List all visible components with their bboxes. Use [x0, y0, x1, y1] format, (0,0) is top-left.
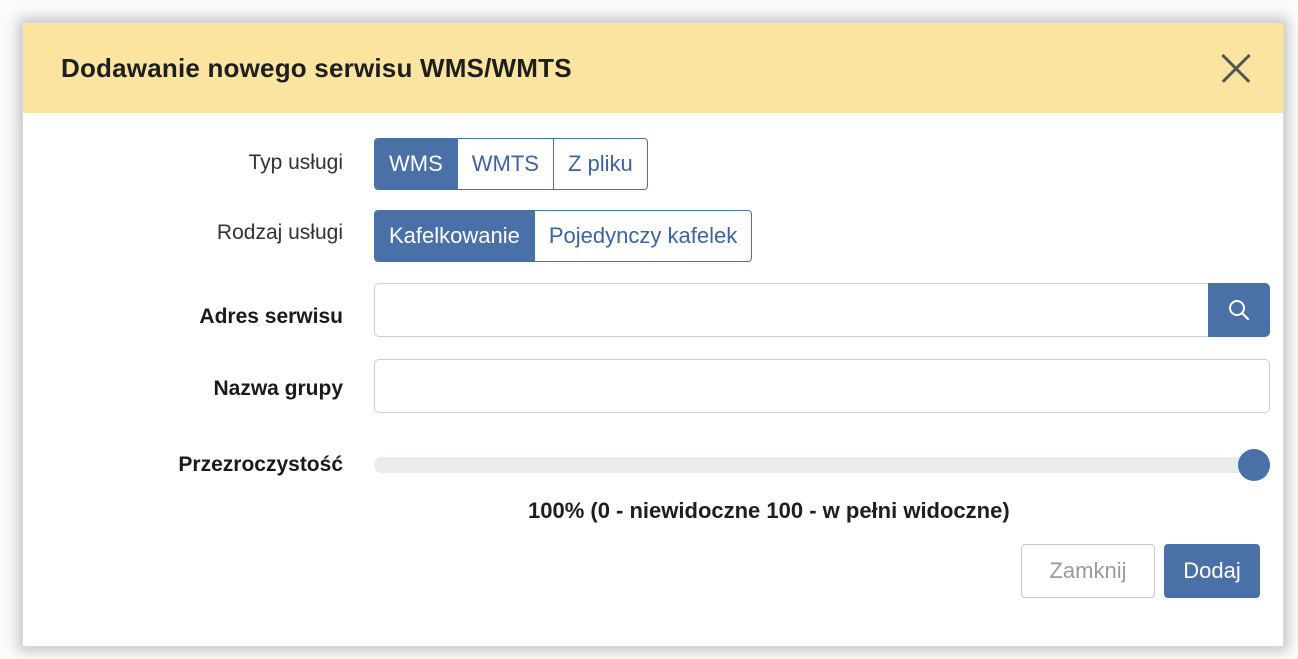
service-kind-single-tile[interactable]: Pojedynczy kafelek — [534, 211, 752, 261]
service-kind-tiled[interactable]: Kafelkowanie — [375, 211, 535, 261]
add-button[interactable]: Dodaj — [1164, 544, 1260, 598]
add-wms-dialog: Dodawanie nowego serwisu WMS/WMTS Typ us… — [22, 22, 1284, 647]
search-button[interactable] — [1208, 283, 1270, 337]
opacity-slider-thumb[interactable] — [1238, 449, 1270, 481]
dialog-header: Dodawanie nowego serwisu WMS/WMTS — [23, 23, 1283, 113]
address-input[interactable] — [374, 283, 1208, 337]
address-label: Adres serwisu — [199, 305, 343, 328]
search-icon — [1229, 300, 1250, 321]
opacity-slider[interactable] — [374, 449, 1270, 481]
group-name-label: Nazwa grupy — [213, 377, 343, 400]
service-type-group: WMS WMTS Z pliku — [374, 138, 648, 190]
group-name-input[interactable] — [374, 359, 1270, 413]
service-kind-label: Rodzaj usługi — [216, 221, 343, 244]
close-icon[interactable] — [1213, 46, 1257, 90]
close-button[interactable]: Zamknij — [1021, 544, 1155, 598]
opacity-label: Przezroczystość — [178, 453, 343, 476]
service-type-label: Typ usługi — [248, 151, 343, 174]
dialog-title: Dodawanie nowego serwisu WMS/WMTS — [61, 52, 572, 83]
opacity-hint: 100% (0 - niewidoczne 100 - w pełni wido… — [528, 498, 1010, 523]
service-type-wms[interactable]: WMS — [375, 139, 458, 189]
service-type-wmts[interactable]: WMTS — [457, 139, 554, 189]
opacity-slider-fill — [374, 457, 1270, 473]
address-field-group — [374, 283, 1270, 337]
service-type-file[interactable]: Z pliku — [553, 139, 647, 189]
service-kind-group: Kafelkowanie Pojedynczy kafelek — [374, 210, 753, 262]
